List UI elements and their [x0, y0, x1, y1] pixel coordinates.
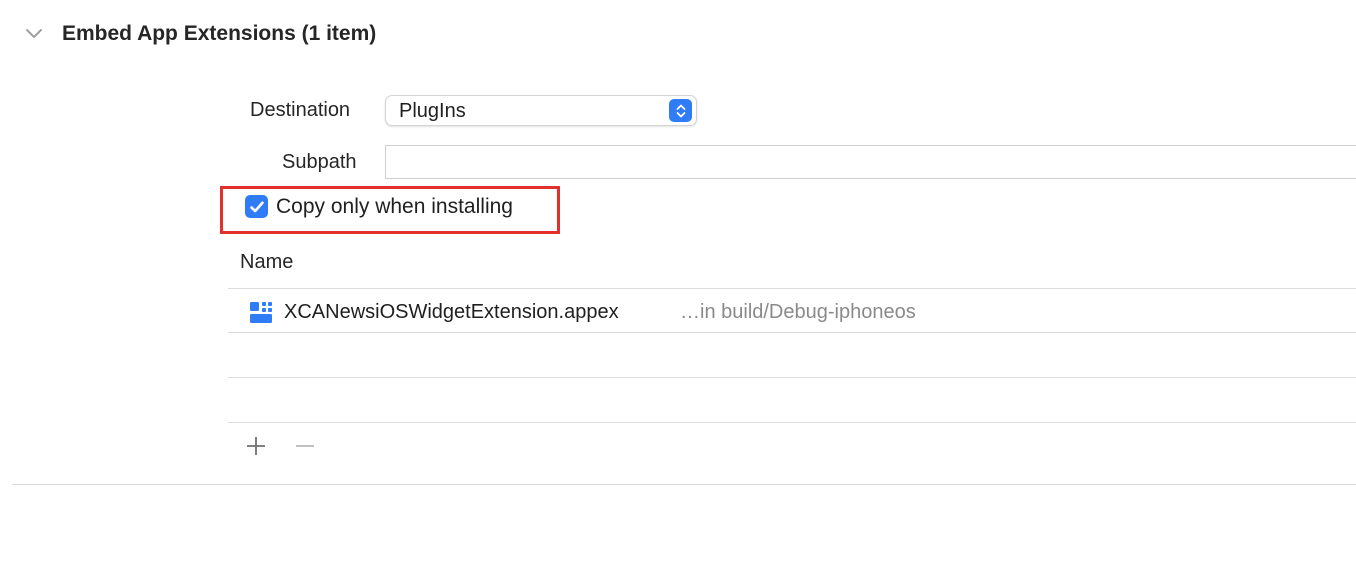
- plus-icon: [247, 437, 265, 455]
- copy-only-when-installing-checkbox[interactable]: [245, 195, 268, 218]
- app-extension-icon: [249, 300, 273, 324]
- up-down-chevron-icon: [669, 99, 692, 122]
- destination-value: PlugIns: [399, 100, 466, 122]
- destination-popup[interactable]: PlugIns: [385, 95, 697, 126]
- remove-button[interactable]: [291, 432, 319, 460]
- name-column-header[interactable]: Name: [240, 249, 293, 275]
- section-divider: [12, 484, 1356, 485]
- chevron-down-icon: [26, 29, 42, 38]
- copy-only-when-installing-label[interactable]: Copy only when installing: [276, 193, 513, 221]
- disclosure-toggle[interactable]: [24, 26, 44, 42]
- minus-icon: [296, 445, 314, 447]
- table-separator: [228, 377, 1356, 378]
- checkmark-icon: [249, 200, 264, 212]
- extension-name: XCANewsiOSWidgetExtension.appex: [284, 301, 619, 323]
- subpath-label: Subpath: [282, 151, 357, 173]
- table-separator: [228, 332, 1356, 333]
- section-title: Embed App Extensions (1 item): [62, 22, 377, 45]
- table-separator: [228, 422, 1356, 423]
- destination-label: Destination: [250, 99, 351, 121]
- add-button[interactable]: [242, 432, 270, 460]
- extension-location: …in build/Debug-iphoneos: [680, 301, 916, 323]
- subpath-input[interactable]: [385, 145, 1356, 179]
